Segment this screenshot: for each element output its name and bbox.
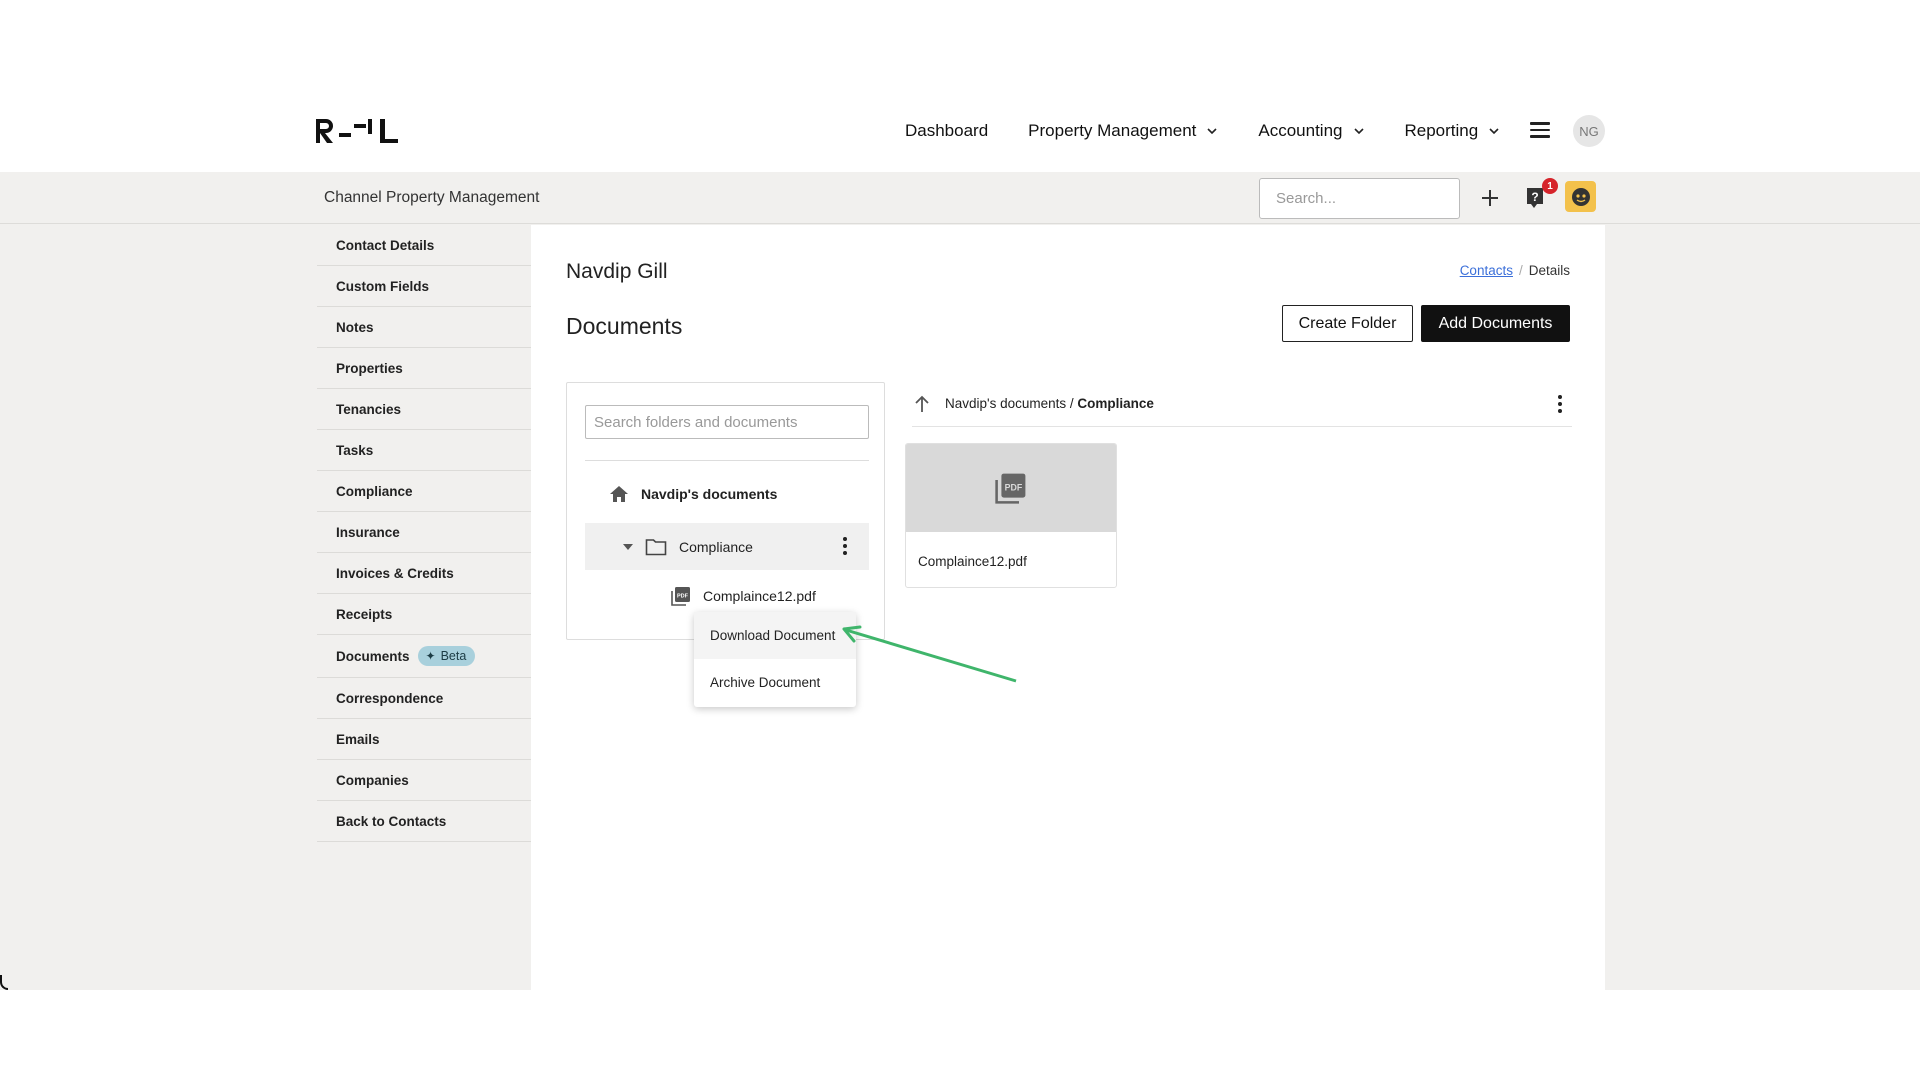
sidebar-item-label: Invoices & Credits xyxy=(336,565,454,581)
nav-accounting-label: Accounting xyxy=(1258,121,1343,140)
breadcrumb-current: Details xyxy=(1528,263,1570,278)
sidebar-item-label: Custom Fields xyxy=(336,278,430,294)
sidebar-item-label: Documents xyxy=(336,648,410,664)
sidebar-item-label: Receipts xyxy=(336,606,393,622)
sidebar-item-label: Notes xyxy=(336,319,374,335)
tree-root-item[interactable]: Navdip's documents xyxy=(609,485,777,503)
sidebar-item-label: Tenancies xyxy=(336,401,402,417)
sidebar-item-label: Back to Contacts xyxy=(336,813,447,829)
breadcrumb: Contacts / Details xyxy=(1460,263,1570,278)
beta-badge: ✦ Beta xyxy=(417,646,476,666)
tree-folder-item[interactable]: Compliance xyxy=(585,523,869,570)
arrow-up-icon[interactable] xyxy=(912,394,932,414)
sidebar-item-label: Insurance xyxy=(336,524,400,540)
main-nav: Dashboard Property Management Accounting… xyxy=(905,113,1540,149)
avatar[interactable]: NG xyxy=(1573,115,1605,147)
sidebar-item-documents[interactable]: Documents ✦ Beta xyxy=(317,635,531,678)
folder-tree: Navdip's documents Compliance PDF Compla… xyxy=(566,382,885,640)
nav-reporting[interactable]: Reporting xyxy=(1405,121,1501,141)
sidebar-item-label: Tasks xyxy=(336,442,374,458)
sidebar-item-companies[interactable]: Companies xyxy=(317,760,531,801)
add-documents-button[interactable]: Add Documents xyxy=(1421,305,1570,342)
folder-icon xyxy=(645,538,667,555)
tree-file-label: Complaince12.pdf xyxy=(703,588,816,604)
nav-reporting-label: Reporting xyxy=(1404,121,1479,140)
path-parent[interactable]: Navdip's documents xyxy=(945,396,1066,411)
menu-icon[interactable] xyxy=(1530,122,1550,138)
svg-text:PDF: PDF xyxy=(1005,482,1023,492)
kebab-icon[interactable] xyxy=(1558,395,1562,416)
sidebar-item-properties[interactable]: Properties xyxy=(317,348,531,389)
sidebar-item-contact-details[interactable]: Contact Details xyxy=(317,225,531,266)
archive-document-menu-item[interactable]: Archive Document xyxy=(694,659,856,706)
context-menu: Download Document Archive Document xyxy=(694,612,856,707)
page-title: Documents xyxy=(566,313,683,339)
breadcrumb-separator: / xyxy=(1518,263,1523,278)
chevron-down-icon xyxy=(1207,128,1217,135)
sidebar-item-label: Compliance xyxy=(336,483,413,499)
caret-down-icon[interactable] xyxy=(623,543,633,551)
pdf-icon: PDF xyxy=(995,473,1026,504)
document-thumbnail: PDF xyxy=(906,444,1116,532)
sidebar-item-label: Correspondence xyxy=(336,690,444,706)
kebab-icon[interactable] xyxy=(843,537,847,558)
assistant-icon xyxy=(1571,187,1590,206)
breadcrumb-contacts-link[interactable]: Contacts xyxy=(1460,263,1513,278)
path-current: Compliance xyxy=(1077,396,1154,411)
sidebar-item-label: Emails xyxy=(336,731,380,747)
assistant-button[interactable] xyxy=(1565,181,1596,212)
sidebar-item-insurance[interactable]: Insurance xyxy=(317,512,531,553)
plus-icon[interactable] xyxy=(1477,185,1503,211)
nav-dashboard-label: Dashboard xyxy=(905,121,989,140)
divider xyxy=(585,460,869,461)
contact-sidebar: Contact Details Custom Fields Notes Prop… xyxy=(317,225,531,990)
sidebar-item-tenancies[interactable]: Tenancies xyxy=(317,389,531,430)
sidebar-item-tasks[interactable]: Tasks xyxy=(317,430,531,471)
tree-folder-label: Compliance xyxy=(679,538,753,555)
sidebar-item-notes[interactable]: Notes xyxy=(317,307,531,348)
top-navigation: Dashboard Property Management Accounting… xyxy=(0,0,1920,172)
create-folder-button[interactable]: Create Folder xyxy=(1282,305,1413,342)
sidebar-item-receipts[interactable]: Receipts xyxy=(317,594,531,635)
document-card-name: Complaince12.pdf xyxy=(918,554,1027,569)
sidebar-item-label: Contact Details xyxy=(336,237,435,253)
sidebar-item-custom-fields[interactable]: Custom Fields xyxy=(317,266,531,307)
nav-property-management[interactable]: Property Management xyxy=(1028,121,1218,141)
beta-badge-label: Beta xyxy=(440,649,467,663)
tree-search-input[interactable] xyxy=(585,405,869,439)
nav-accounting[interactable]: Accounting xyxy=(1258,121,1364,141)
sidebar-item-emails[interactable]: Emails xyxy=(317,719,531,760)
sub-header: Channel Property Management ? 1 xyxy=(0,172,1920,224)
svg-text:?: ? xyxy=(1531,190,1538,204)
nav-property-management-label: Property Management xyxy=(1028,121,1197,140)
sidebar-item-back-to-contacts[interactable]: Back to Contacts xyxy=(317,801,531,842)
sidebar-item-invoices-credits[interactable]: Invoices & Credits xyxy=(317,553,531,594)
sidebar-item-label: Companies xyxy=(336,772,409,788)
document-card[interactable]: PDF Complaince12.pdf xyxy=(905,443,1117,588)
folder-path: Navdip's documents / Compliance xyxy=(945,396,1154,411)
tree-file-item[interactable]: PDF Complaince12.pdf xyxy=(671,586,816,606)
sparkle-icon: ✦ xyxy=(425,649,436,663)
tree-root-label: Navdip's documents xyxy=(641,486,778,502)
sidebar-item-label: Properties xyxy=(336,360,403,376)
logo[interactable] xyxy=(316,116,398,146)
chevron-down-icon xyxy=(1353,128,1364,135)
download-document-menu-item[interactable]: Download Document xyxy=(694,612,856,659)
nav-dashboard[interactable]: Dashboard xyxy=(905,121,988,141)
company-name: Channel Property Management xyxy=(324,189,540,206)
svg-text:PDF: PDF xyxy=(677,594,689,600)
sidebar-item-compliance[interactable]: Compliance xyxy=(317,471,531,512)
notification-badge: 1 xyxy=(1542,178,1558,194)
pdf-icon: PDF xyxy=(671,587,690,606)
main-content: Navdip Gill Contacts / Details Documents C… xyxy=(531,225,1605,990)
home-icon xyxy=(610,486,628,502)
sidebar-item-correspondence[interactable]: Correspondence xyxy=(317,678,531,719)
chevron-down-icon xyxy=(1489,128,1499,135)
path-separator: / xyxy=(1066,396,1078,411)
folder-path-bar: Navdip's documents / Compliance xyxy=(912,380,1572,427)
global-search-input[interactable] xyxy=(1259,178,1460,219)
contact-name: Navdip Gill xyxy=(566,260,668,283)
